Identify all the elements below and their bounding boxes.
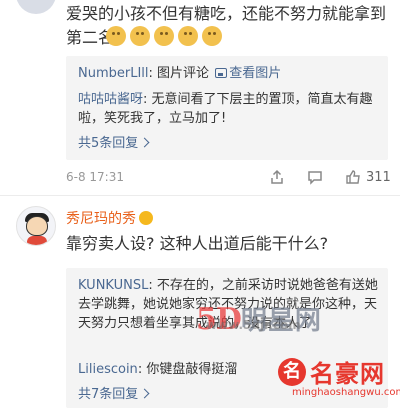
reply-username[interactable]: Liliescoin [78, 362, 138, 377]
more-replies-link[interactable]: 共5条回复 [78, 134, 378, 153]
avatar[interactable] [16, 206, 56, 246]
doge-emoji [106, 26, 126, 46]
reply-username[interactable]: 咕咕咕酱呀 [78, 92, 143, 107]
reply-username[interactable]: KUNKUNSL [78, 278, 148, 293]
watermark-logo-icon: 名 [278, 358, 306, 386]
doge-emoji [154, 26, 174, 46]
image-icon [215, 68, 228, 78]
thumbs-up-icon [346, 170, 360, 184]
emoji-row [106, 26, 222, 46]
share-icon [271, 169, 283, 184]
comment-text: 靠穷卖人设? 这种人出道后能干什么? [66, 234, 329, 253]
view-image-link[interactable]: 查看图片 [213, 66, 281, 81]
watermark-name: 名豪网 [310, 360, 385, 388]
chevron-right-icon [139, 388, 150, 399]
doge-emoji [202, 26, 222, 46]
reply-box[interactable]: NumberLIll: 图片评论 查看图片 咕咕咕酱呀: 无意间看了下层主的置顶… [66, 56, 388, 160]
like-button[interactable]: 311 [344, 166, 391, 188]
watermark-url: www.5djr.com [206, 318, 301, 332]
doge-emoji [130, 26, 150, 46]
doge-emoji [178, 26, 198, 46]
avatar[interactable] [16, 0, 56, 14]
reply-username[interactable]: NumberLIll [78, 66, 149, 81]
chevron-right-icon [139, 137, 150, 148]
reply-item: 咕咕咕酱呀: 无意间看了下层主的置顶，简直太有趣啦，笑死我了，立马加了! [78, 92, 373, 126]
watermark-domain: minghaoshangwu.com [292, 387, 400, 398]
share-button[interactable] [268, 166, 286, 188]
reply-item: NumberLIll: 图片评论 查看图片 [78, 66, 282, 81]
username[interactable]: 秀尼玛的秀 [66, 208, 153, 228]
timestamp: 6-8 17:31 [66, 170, 124, 184]
comment-button[interactable] [306, 166, 324, 188]
member-badge-icon [139, 211, 153, 225]
like-count: 311 [366, 169, 391, 185]
comment-icon [308, 171, 322, 185]
divider [0, 195, 400, 196]
